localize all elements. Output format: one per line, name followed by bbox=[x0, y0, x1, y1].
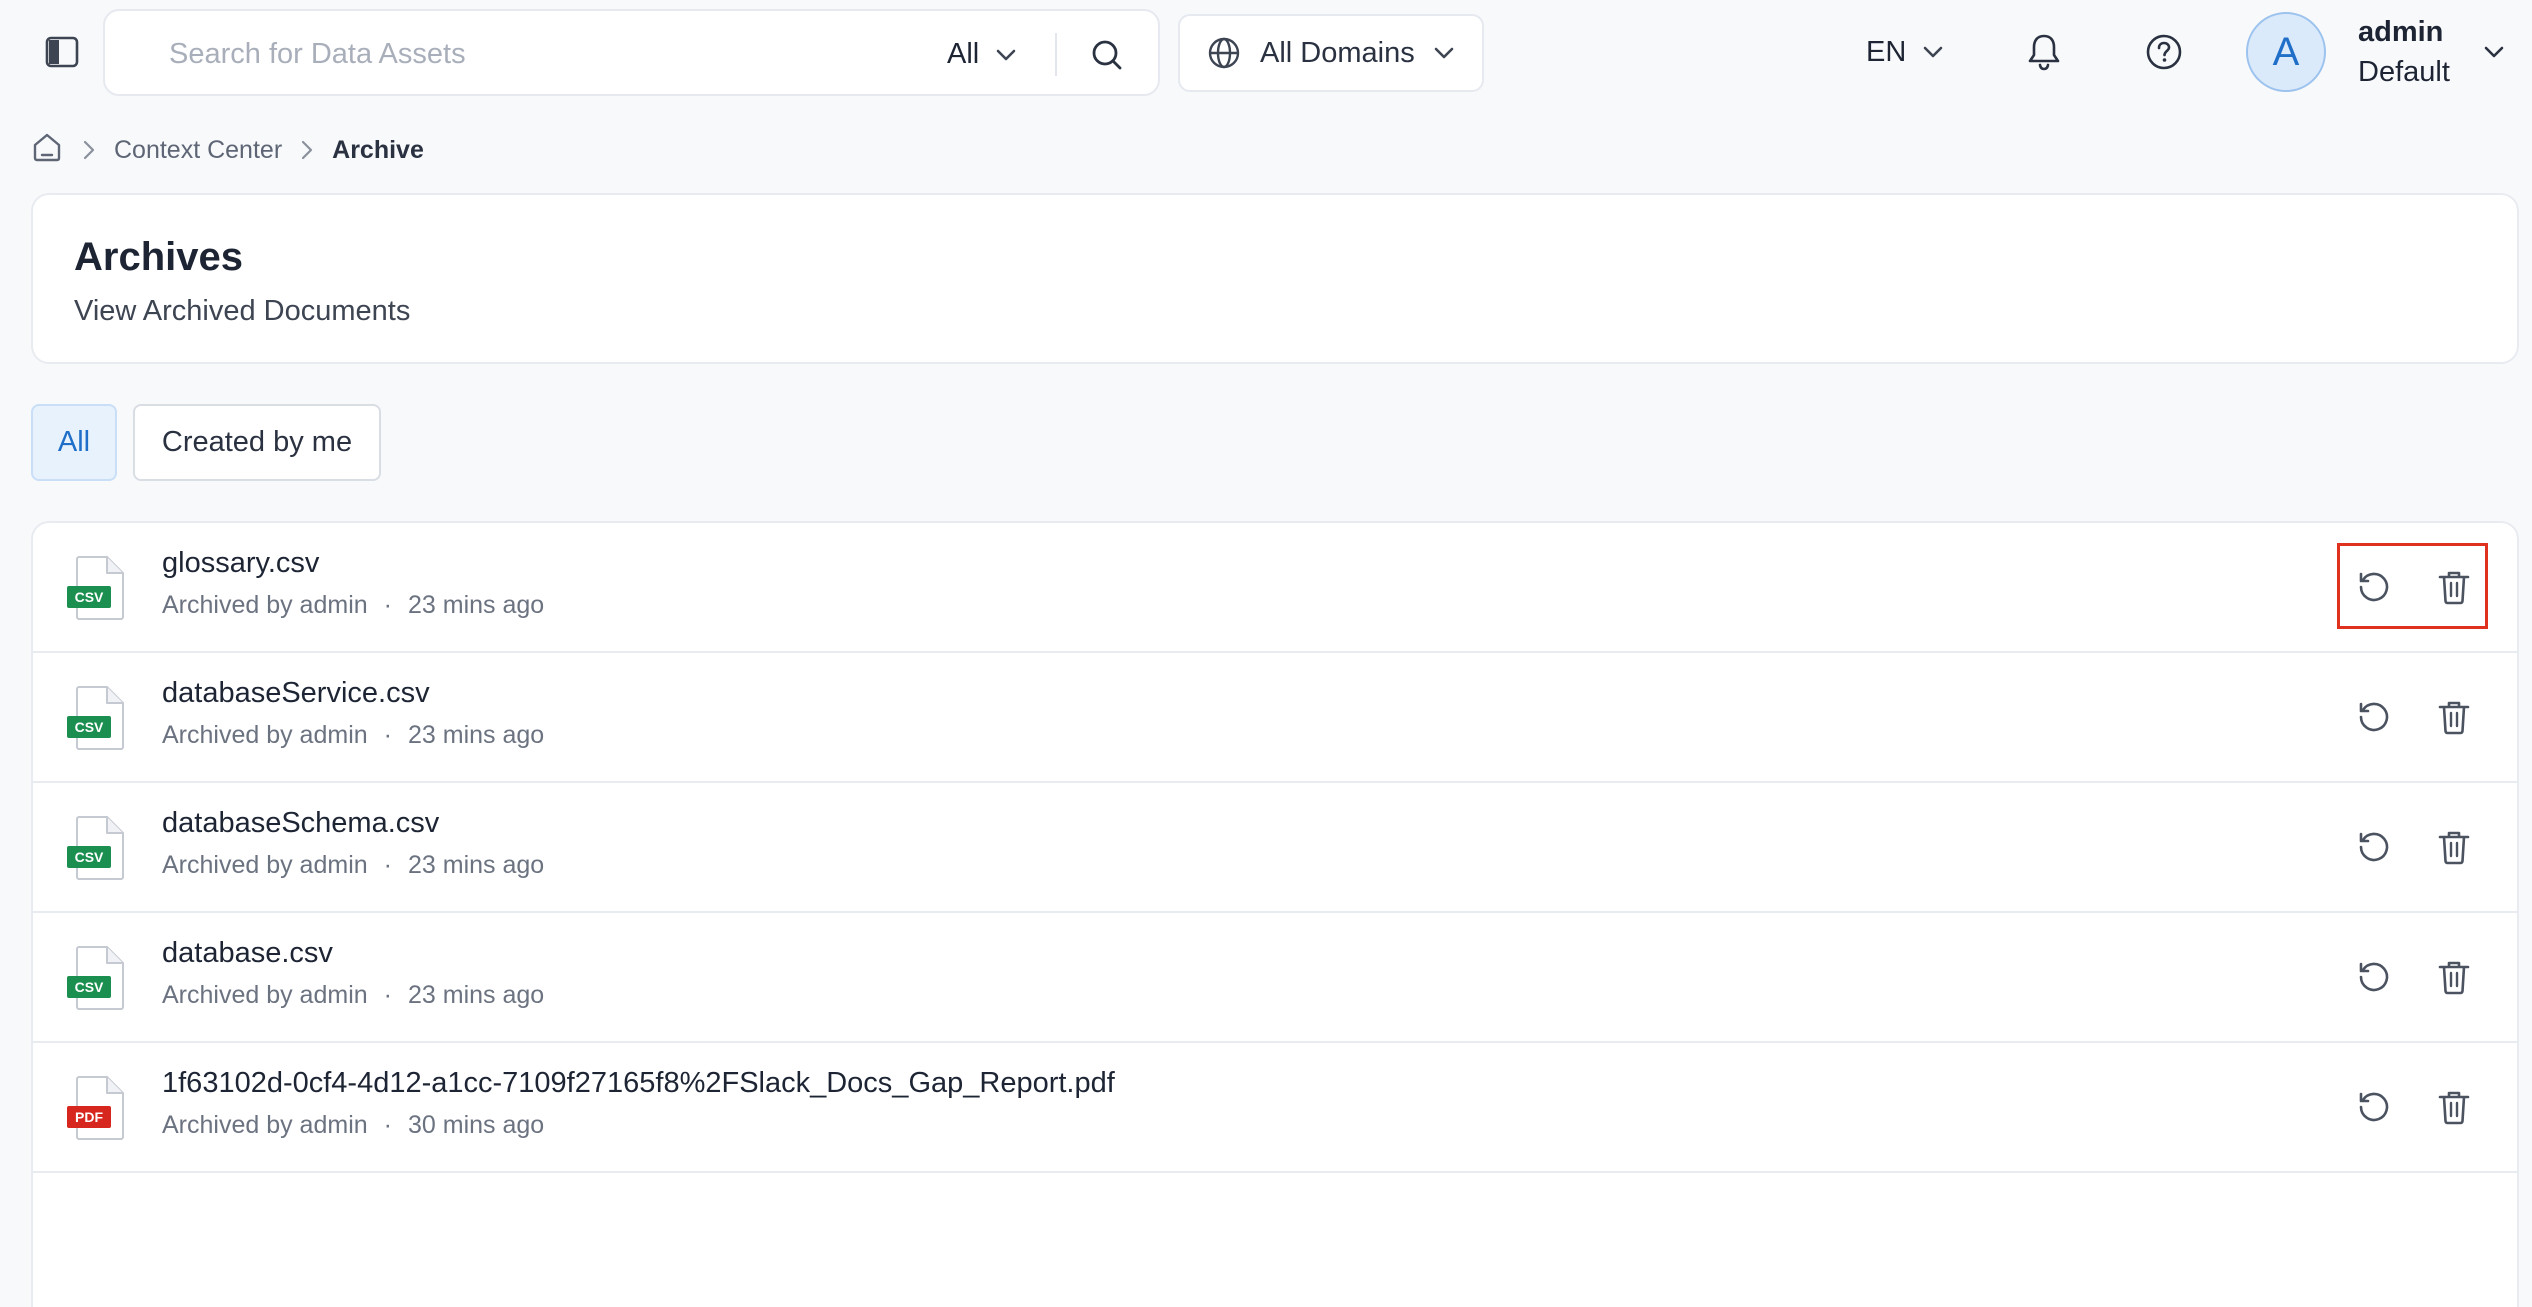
home-icon[interactable] bbox=[30, 130, 64, 171]
archived-by-text: Archived by admin bbox=[162, 981, 368, 1009]
restore-icon bbox=[2359, 962, 2389, 992]
breadcrumb: Context Center Archive bbox=[30, 130, 424, 170]
file-name[interactable]: databaseService.csv bbox=[162, 677, 430, 710]
svg-text:CSV: CSV bbox=[75, 589, 104, 605]
list-item: CSV database.csv Archived by admin · 23 … bbox=[33, 913, 2517, 1043]
delete-button[interactable] bbox=[2431, 1084, 2477, 1130]
list-item: CSV databaseService.csv Archived by admi… bbox=[33, 653, 2517, 783]
csv-file-icon: CSV bbox=[65, 815, 129, 881]
chevron-down-icon bbox=[996, 49, 1016, 60]
svg-text:CSV: CSV bbox=[75, 719, 104, 735]
filter-all-button[interactable]: All bbox=[31, 404, 117, 481]
chevron-down-icon bbox=[1434, 47, 1454, 59]
search-divider bbox=[1055, 33, 1057, 76]
notifications-button[interactable] bbox=[2022, 30, 2066, 74]
chevron-down-icon bbox=[1923, 46, 1943, 58]
archived-files-list: CSV glossary.csv Archived by admin · 23 … bbox=[31, 521, 2519, 1307]
search-button[interactable] bbox=[1083, 33, 1131, 77]
file-name[interactable]: 1f63102d-0cf4-4d12-a1cc-7109f27165f8%2FS… bbox=[162, 1067, 1115, 1100]
sidebar-toggle-icon[interactable] bbox=[44, 34, 80, 70]
archived-time: 23 mins ago bbox=[407, 591, 545, 619]
language-label: EN bbox=[1866, 35, 1907, 68]
meta-separator: · bbox=[383, 591, 392, 619]
restore-icon bbox=[2359, 1092, 2389, 1122]
page-header-card: Archives View Archived Documents bbox=[31, 193, 2519, 364]
archived-by-text: Archived by admin bbox=[162, 721, 368, 749]
svg-text:PDF: PDF bbox=[75, 1109, 103, 1125]
restore-icon bbox=[2359, 702, 2389, 732]
restore-button[interactable] bbox=[2351, 564, 2397, 610]
trash-icon bbox=[2438, 571, 2470, 605]
chevron-right-icon bbox=[82, 139, 96, 161]
filter-created-by-me-button[interactable]: Created by me bbox=[133, 404, 381, 481]
delete-button[interactable] bbox=[2431, 824, 2477, 870]
list-item: CSV databaseSchema.csv Archived by admin… bbox=[33, 783, 2517, 913]
user-name: admin bbox=[2358, 16, 2444, 48]
archived-time: 23 mins ago bbox=[407, 721, 545, 749]
user-role: Default bbox=[2358, 56, 2450, 88]
svg-text:CSV: CSV bbox=[75, 849, 104, 865]
page-subtitle: View Archived Documents bbox=[74, 295, 411, 327]
domains-label: All Domains bbox=[1260, 36, 1415, 69]
file-meta: Archived by admin · 30 mins ago bbox=[162, 1111, 544, 1140]
restore-icon bbox=[2359, 832, 2389, 862]
search-input[interactable]: Search for Data Assets bbox=[169, 11, 466, 98]
csv-file-icon: CSV bbox=[65, 685, 129, 751]
global-search-bar: Search for Data Assets All bbox=[103, 9, 1160, 96]
trash-icon bbox=[2438, 701, 2470, 735]
meta-separator: · bbox=[383, 851, 392, 879]
restore-icon bbox=[2359, 572, 2389, 602]
breadcrumb-context-center[interactable]: Context Center bbox=[114, 136, 282, 165]
file-meta: Archived by admin · 23 mins ago bbox=[162, 851, 544, 880]
breadcrumb-archive: Archive bbox=[332, 135, 424, 164]
bell-icon bbox=[2028, 34, 2060, 71]
question-circle-icon bbox=[2146, 34, 2182, 70]
help-button[interactable] bbox=[2142, 30, 2186, 74]
archived-time: 23 mins ago bbox=[407, 851, 545, 879]
globe-icon bbox=[1208, 37, 1240, 69]
trash-icon bbox=[2438, 831, 2470, 865]
svg-text:CSV: CSV bbox=[75, 979, 104, 995]
restore-button[interactable] bbox=[2351, 694, 2397, 740]
restore-button[interactable] bbox=[2351, 1084, 2397, 1130]
search-type-label: All bbox=[947, 38, 980, 70]
trash-icon bbox=[2438, 1091, 2470, 1125]
top-bar: Search for Data Assets All All Domains E… bbox=[0, 0, 2532, 104]
pdf-file-icon: PDF bbox=[65, 1075, 129, 1141]
file-meta: Archived by admin · 23 mins ago bbox=[162, 721, 544, 750]
list-item: PDF 1f63102d-0cf4-4d12-a1cc-7109f27165f8… bbox=[33, 1043, 2517, 1173]
list-item: CSV glossary.csv Archived by admin · 23 … bbox=[33, 523, 2517, 653]
delete-button[interactable] bbox=[2431, 694, 2477, 740]
file-meta: Archived by admin · 23 mins ago bbox=[162, 591, 544, 620]
meta-separator: · bbox=[383, 981, 392, 1009]
meta-separator: · bbox=[383, 721, 392, 749]
delete-button[interactable] bbox=[2431, 564, 2477, 610]
page-title: Archives bbox=[74, 235, 243, 279]
language-dropdown[interactable]: EN bbox=[1866, 30, 1944, 74]
archived-by-text: Archived by admin bbox=[162, 591, 368, 619]
meta-separator: · bbox=[383, 1111, 392, 1139]
restore-button[interactable] bbox=[2351, 824, 2397, 870]
file-name[interactable]: databaseSchema.csv bbox=[162, 807, 439, 840]
user-menu-chevron-icon[interactable] bbox=[2480, 38, 2508, 66]
search-type-dropdown[interactable]: All bbox=[947, 11, 1017, 98]
delete-button[interactable] bbox=[2431, 954, 2477, 1000]
archived-by-text: Archived by admin bbox=[162, 851, 368, 879]
search-icon bbox=[1092, 40, 1122, 70]
file-name[interactable]: database.csv bbox=[162, 937, 333, 970]
restore-button[interactable] bbox=[2351, 954, 2397, 1000]
csv-file-icon: CSV bbox=[65, 555, 129, 621]
archived-time: 23 mins ago bbox=[407, 981, 545, 1009]
file-name[interactable]: glossary.csv bbox=[162, 547, 319, 580]
chevron-right-icon bbox=[300, 139, 314, 161]
trash-icon bbox=[2438, 961, 2470, 995]
csv-file-icon: CSV bbox=[65, 945, 129, 1011]
archived-by-text: Archived by admin bbox=[162, 1111, 368, 1139]
domains-dropdown[interactable]: All Domains bbox=[1178, 14, 1484, 92]
file-meta: Archived by admin · 23 mins ago bbox=[162, 981, 544, 1010]
archived-time: 30 mins ago bbox=[407, 1111, 545, 1139]
avatar[interactable]: A bbox=[2246, 12, 2326, 92]
